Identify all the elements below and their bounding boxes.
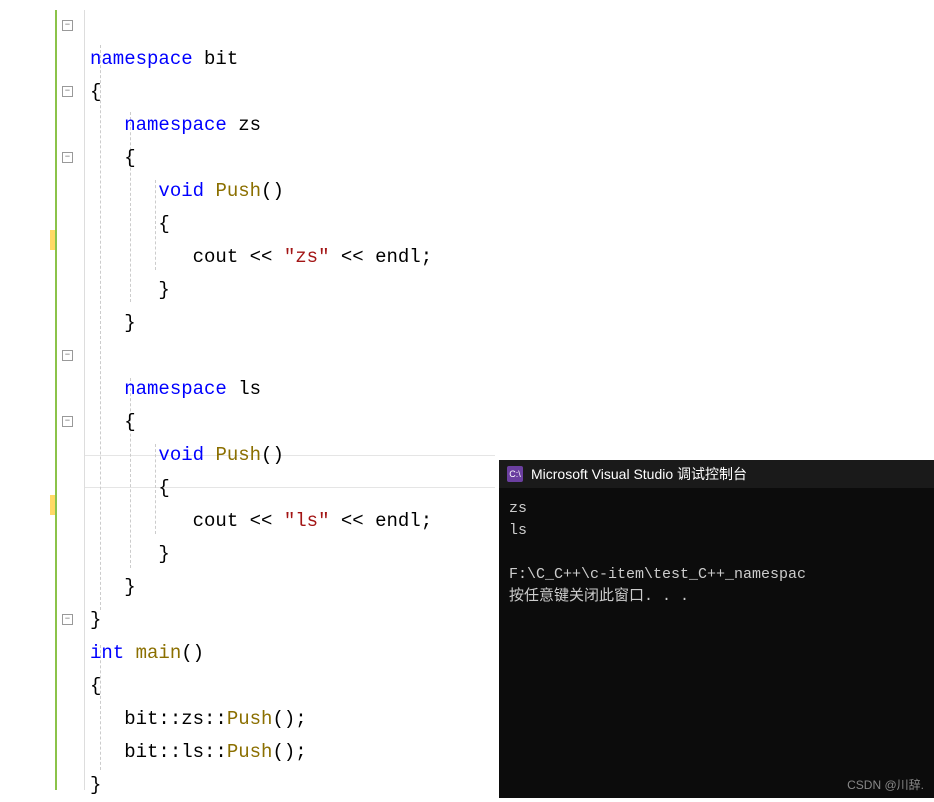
keyword: namespace	[124, 378, 227, 400]
function-name: Push	[215, 180, 261, 202]
brace: {	[124, 147, 135, 169]
brace: }	[158, 279, 169, 301]
brace: }	[124, 576, 135, 598]
console-titlebar[interactable]: C:\ Microsoft Visual Studio 调试控制台	[499, 460, 934, 488]
brace: {	[90, 81, 101, 103]
keyword: void	[158, 444, 204, 466]
keyword: namespace	[90, 48, 193, 70]
function-name: main	[136, 642, 182, 664]
brace: }	[124, 312, 135, 334]
function-name: Push	[215, 444, 261, 466]
string-literal: "zs"	[284, 246, 330, 268]
debug-console-window[interactable]: C:\ Microsoft Visual Studio 调试控制台 zs ls …	[499, 460, 934, 798]
brace: }	[158, 543, 169, 565]
identifier: ls	[238, 378, 261, 400]
identifier: bit	[204, 48, 238, 70]
console-title-text: Microsoft Visual Studio 调试控制台	[531, 464, 747, 484]
brace: }	[90, 609, 101, 631]
brace: {	[158, 477, 169, 499]
console-output: zs ls F:\C_C++\c-item\test_C++_namespac …	[499, 488, 934, 618]
brace: {	[124, 411, 135, 433]
keyword: void	[158, 180, 204, 202]
vs-icon: C:\	[507, 466, 523, 482]
brace: {	[90, 675, 101, 697]
brace: }	[90, 774, 101, 796]
keyword: namespace	[124, 114, 227, 136]
brace: {	[158, 213, 169, 235]
string-literal: "ls"	[284, 510, 330, 532]
keyword: int	[90, 642, 124, 664]
identifier: zs	[238, 114, 261, 136]
watermark: CSDN @川辞.	[847, 776, 924, 793]
